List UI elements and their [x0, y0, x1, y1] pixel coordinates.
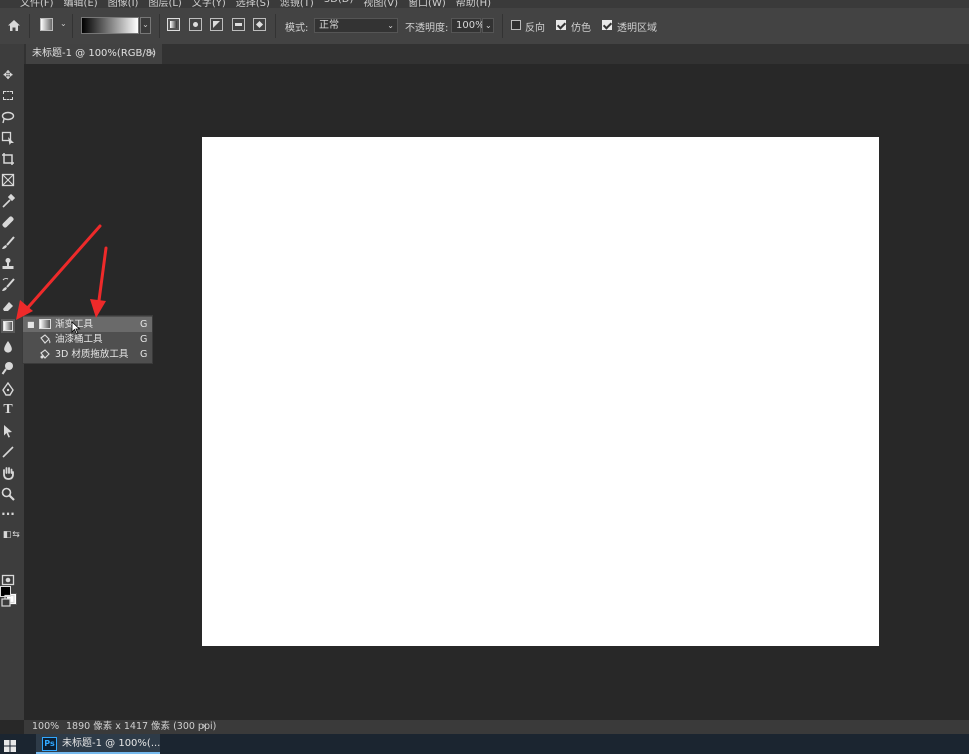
menu-filter[interactable]: 滤镜(T)	[280, 0, 314, 8]
zoom-tool-icon[interactable]	[1, 487, 15, 501]
gradient-editor-preview[interactable]	[81, 17, 139, 34]
home-icon[interactable]	[7, 19, 21, 32]
paint-bucket-icon	[40, 334, 51, 344]
opacity-label: 不透明度:	[405, 23, 449, 34]
blur-tool-icon[interactable]	[1, 340, 15, 354]
menu-file[interactable]: 文件(F)	[20, 0, 54, 8]
tool-preset-picker[interactable]	[40, 18, 53, 31]
hand-tool-icon[interactable]	[1, 466, 15, 480]
menu-view[interactable]: 视图(V)	[363, 0, 398, 8]
document-tab-title: 未标题-1 @ 100%(RGB/8)	[32, 48, 157, 59]
annotation-arrows	[16, 224, 108, 320]
flyout-item-3d-material-drop-tool[interactable]: 3D 材质拖放工具 G	[23, 347, 152, 362]
swap-colors-icon[interactable]: ⇆	[9, 528, 23, 542]
3d-material-drop-icon	[40, 349, 50, 359]
lasso-tool-icon[interactable]	[1, 110, 15, 124]
zoom-level[interactable]: 100%	[32, 720, 59, 734]
mode-value: 正常	[319, 20, 339, 31]
windows-taskbar: Ps 未标题-1 @ 100%(...	[0, 734, 969, 754]
menu-image[interactable]: 图像(I)	[108, 0, 139, 8]
gradient-tool-icon	[39, 319, 51, 329]
menu-window[interactable]: 窗口(W)	[408, 0, 446, 8]
gradient-tool-icon[interactable]	[1, 319, 15, 333]
flyout-item-paint-bucket-tool[interactable]: 油漆桶工具 G	[23, 332, 152, 347]
crop-tool-icon[interactable]	[1, 152, 15, 166]
menu-help[interactable]: 帮助(H)	[456, 0, 491, 8]
document-info: 1890 像素 x 1417 像素 (300 ppi)	[66, 721, 217, 732]
transparency-checkbox[interactable]	[602, 20, 612, 30]
status-bar: 100% 1890 像素 x 1417 像素 (300 ppi) ›	[24, 720, 969, 734]
status-menu-arrow[interactable]: ›	[202, 720, 206, 734]
chevron-down-icon[interactable]: ⌄	[60, 19, 67, 28]
taskbar-item-label: 未标题-1 @ 100%(...	[62, 738, 160, 749]
menu-type[interactable]: 文字(Y)	[192, 0, 226, 8]
menubar: 文件(F) 编辑(E) 图像(I) 图层(L) 文字(Y) 选择(S) 滤镜(T…	[0, 0, 969, 8]
angle-gradient-button[interactable]	[210, 18, 223, 31]
flyout-item-shortcut: G	[140, 319, 148, 330]
menu-items: 文件(F) 编辑(E) 图像(I) 图层(L) 文字(Y) 选择(S) 滤镜(T…	[20, 0, 491, 8]
gradient-tool-flyout: ■ 渐变工具 G 油漆桶工具 G 3D 材质拖放工具 G	[22, 315, 153, 364]
dither-label: 仿色	[571, 23, 591, 34]
move-tool-icon[interactable]: ✥	[1, 68, 15, 82]
linear-gradient-button[interactable]	[167, 18, 180, 31]
reverse-label: 反向	[525, 23, 545, 34]
separator	[159, 14, 160, 38]
close-icon[interactable]: ×	[148, 44, 156, 64]
object-selection-tool-icon[interactable]	[1, 131, 15, 145]
document-tab[interactable]: 未标题-1 @ 100%(RGB/8) ×	[26, 44, 162, 64]
mouse-cursor-icon	[71, 321, 81, 335]
photoshop-icon: Ps	[42, 737, 57, 751]
opacity-input[interactable]: 100%	[451, 18, 485, 33]
separator	[29, 14, 30, 38]
transparency-label: 透明区域	[617, 23, 657, 34]
more-tools-icon[interactable]: ···	[1, 507, 15, 521]
pen-tool-icon[interactable]	[1, 382, 15, 396]
chevron-down-icon: ⌄	[485, 21, 492, 30]
diamond-gradient-button[interactable]	[253, 18, 266, 31]
separator	[275, 14, 276, 38]
menu-3d[interactable]: 3D(D)	[324, 0, 354, 8]
menu-layer[interactable]: 图层(L)	[148, 0, 181, 8]
dodge-tool-icon[interactable]	[1, 361, 15, 375]
line-tool-icon[interactable]	[1, 445, 15, 459]
windows-start-icon[interactable]	[4, 740, 16, 752]
menu-select[interactable]: 选择(S)	[236, 0, 270, 8]
radial-gradient-button[interactable]	[189, 18, 202, 31]
chevron-down-icon: ⌄	[387, 21, 394, 30]
type-tool-icon[interactable]: T	[1, 403, 15, 417]
path-selection-tool-icon[interactable]	[1, 424, 15, 438]
dither-checkbox[interactable]	[556, 20, 566, 30]
opacity-dropdown[interactable]: ⌄	[482, 18, 494, 33]
gradient-picker-dropdown[interactable]: ⌄	[140, 17, 151, 34]
flyout-item-label: 3D 材质拖放工具	[55, 349, 129, 360]
reverse-checkbox[interactable]	[511, 20, 521, 30]
document-tab-bar: 未标题-1 @ 100%(RGB/8) ×	[24, 44, 969, 64]
mode-label: 模式:	[285, 23, 309, 34]
flyout-item-shortcut: G	[140, 334, 148, 345]
reflected-gradient-button[interactable]	[232, 18, 245, 31]
mode-select[interactable]: 正常 ⌄	[314, 18, 398, 33]
options-bar: ⌄ ⌄ 模式: 正常 ⌄ 不透明度: 100% ⌄ 反向 仿色 透明区域	[0, 8, 969, 45]
eyedropper-tool-icon[interactable]	[1, 194, 15, 208]
separator	[502, 14, 503, 38]
taskbar-photoshop-item[interactable]: Ps 未标题-1 @ 100%(...	[36, 734, 160, 754]
opacity-value: 100%	[456, 20, 485, 31]
quick-mask-icon[interactable]	[1, 573, 15, 587]
document-canvas[interactable]	[202, 137, 879, 646]
separator	[72, 14, 73, 38]
marquee-tool-icon[interactable]	[1, 89, 15, 103]
frame-tool-icon[interactable]	[1, 173, 15, 187]
flyout-item-shortcut: G	[140, 349, 148, 360]
menu-edit[interactable]: 编辑(E)	[64, 0, 98, 8]
screen-mode-icon[interactable]	[1, 594, 15, 608]
toolbar: ✥ T ··· ◧ ⇆	[0, 44, 24, 720]
